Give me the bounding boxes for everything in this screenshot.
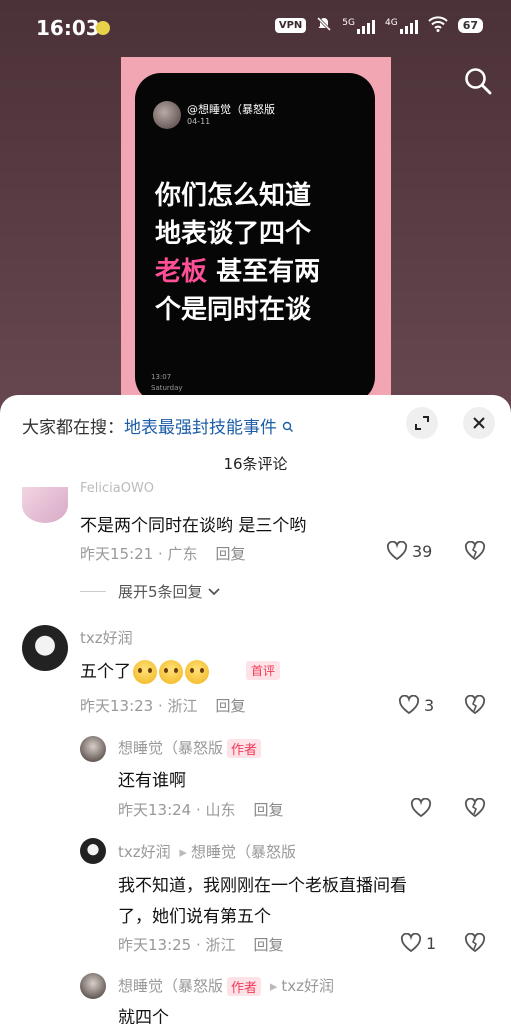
reply-meta: 昨天13:24 · 山东 回复 <box>118 799 284 820</box>
heart-icon <box>400 933 422 953</box>
reply-time-location: 昨天13:24 · 山东 <box>118 801 236 819</box>
dislike-button[interactable] <box>464 694 486 719</box>
reply-text[interactable]: 我不知道，我刚刚在一个老板直播间看 了，她们说有第五个 <box>118 871 407 933</box>
caption-line-4: 个是同时在谈 <box>155 295 312 325</box>
like-count: 3 <box>424 695 435 715</box>
like-button[interactable] <box>410 798 432 818</box>
status-time: 16:03 <box>36 16 100 40</box>
reply-button[interactable]: 回复 <box>216 545 246 563</box>
video-caption: 你们怎么知道 地表谈了四个 老板 甚至有两 个是同时在谈 <box>155 177 370 329</box>
comment-meta: 昨天15:21 · 广东 回复 <box>80 543 246 564</box>
comment-author[interactable]: FeliciaOWO <box>80 481 154 496</box>
reply-button[interactable]: 回复 <box>216 697 246 715</box>
heart-icon <box>386 541 408 561</box>
reply-meta: 昨天13:25 · 浙江 回复 <box>118 934 284 955</box>
mute-icon <box>316 16 332 35</box>
reply-text[interactable]: 还有谁啊 <box>118 766 186 791</box>
broken-heart-icon <box>464 797 486 818</box>
reply-text[interactable]: 就四个 <box>118 1003 169 1024</box>
broken-heart-icon <box>464 694 486 715</box>
broken-heart-icon <box>464 932 486 953</box>
battery-icon: 67 <box>457 18 483 33</box>
reply-to-user[interactable]: txz好润 <box>281 977 334 995</box>
video-timestamp-time: 13:07 <box>151 373 172 381</box>
reply-avatar[interactable] <box>80 838 106 864</box>
like-button[interactable]: 3 <box>398 695 434 715</box>
expand-replies-label: 展开5条回复 <box>118 583 203 601</box>
broken-heart-icon <box>464 540 486 561</box>
pleading-emoji-icon <box>159 660 183 684</box>
reply-author[interactable]: txz好润 ▸ 想睡觉（暴怒版 <box>118 841 296 862</box>
status-bar: 16:03 VPN 5G 4G 67 <box>0 0 511 56</box>
author-badge: 作者 <box>227 977 262 996</box>
caption-highlight: 老板 <box>155 257 208 287</box>
video-date: 04-11 <box>187 117 211 126</box>
expand-sheet-button[interactable] <box>406 407 438 439</box>
reply-author[interactable]: 想睡觉（暴怒版 作者 ▸ txz好润 <box>118 975 334 996</box>
comments-sheet: 大家都在搜：地表最强封技能事件 16条评论 FeliciaOWO 不是两个同时在… <box>0 395 511 1024</box>
pleading-emoji-icon <box>133 660 157 684</box>
heart-icon <box>398 695 420 715</box>
reply-avatar[interactable] <box>80 736 106 762</box>
vpn-icon: VPN <box>274 18 307 33</box>
author-badge: 作者 <box>227 739 262 758</box>
reply-button[interactable]: 回复 <box>254 801 284 819</box>
app-notification-icon <box>96 21 110 35</box>
trending-search-link[interactable]: 地表最强封技能事件 <box>124 418 294 438</box>
comment-time-location: 昨天13:23 · 浙江 <box>80 697 198 715</box>
expand-replies-button[interactable]: 展开5条回复 <box>80 581 221 602</box>
reply-to-user[interactable]: 想睡觉（暴怒版 <box>191 843 296 861</box>
wifi-icon <box>427 16 448 35</box>
dislike-button[interactable] <box>464 932 486 957</box>
reply-arrow-icon: ▸ <box>269 977 278 995</box>
video-author-handle: @想睡觉（暴怒版 <box>187 103 275 116</box>
reply-author[interactable]: 想睡觉（暴怒版 作者 <box>118 737 262 758</box>
like-button[interactable]: 1 <box>400 933 436 953</box>
close-icon <box>473 417 485 429</box>
first-comment-badge: 首评 <box>246 661 281 680</box>
signal-5g-icon: 5G <box>342 18 375 34</box>
reply-button[interactable]: 回复 <box>254 936 284 954</box>
trending-search-bar: 大家都在搜：地表最强封技能事件 <box>22 413 294 438</box>
reply-avatar[interactable] <box>80 973 106 999</box>
status-icons: VPN 5G 4G 67 <box>274 16 483 35</box>
comment-avatar[interactable] <box>22 487 68 523</box>
comment-avatar[interactable] <box>22 625 68 671</box>
reply-arrow-icon: ▸ <box>179 843 187 861</box>
dislike-button[interactable] <box>464 797 486 822</box>
caption-line-2: 地表谈了四个 <box>155 219 312 249</box>
video-card: @想睡觉（暴怒版 04-11 你们怎么知道 地表谈了四个 老板 甚至有两 个是同… <box>135 73 375 403</box>
video-author-avatar <box>153 101 181 129</box>
comment-time-location: 昨天15:21 · 广东 <box>80 545 198 563</box>
chevron-down-icon <box>207 587 220 595</box>
comment-meta: 昨天13:23 · 浙江 回复 <box>80 695 246 716</box>
comment-text[interactable]: 不是两个同时在谈哟 是三个哟 <box>80 511 306 536</box>
search-icon[interactable] <box>463 66 493 96</box>
signal-4g-icon: 4G <box>385 18 418 34</box>
caption-line-3: 老板 甚至有两 <box>155 253 370 291</box>
caption-line-3-rest: 甚至有两 <box>207 257 321 287</box>
small-search-icon <box>283 421 294 432</box>
pleading-emoji-icon <box>185 660 209 684</box>
video-frame[interactable]: @想睡觉（暴怒版 04-11 你们怎么知道 地表谈了四个 老板 甚至有两 个是同… <box>121 57 391 403</box>
trending-prefix: 大家都在搜： <box>22 418 124 438</box>
caption-line-1: 你们怎么知道 <box>155 181 312 211</box>
reply-time-location: 昨天13:25 · 浙江 <box>118 936 236 954</box>
expand-icon <box>415 416 429 430</box>
dislike-button[interactable] <box>464 540 486 565</box>
video-timestamp-day: Saturday <box>151 384 183 392</box>
comment-count: 16条评论 <box>223 455 288 473</box>
close-sheet-button[interactable] <box>463 407 495 439</box>
comment-text[interactable]: 五个了 <box>80 657 209 684</box>
like-count: 39 <box>412 541 433 561</box>
divider-line <box>80 591 106 592</box>
like-button[interactable]: 39 <box>386 541 432 561</box>
heart-icon <box>410 798 432 818</box>
comment-author[interactable]: txz好润 <box>80 627 133 648</box>
like-count: 1 <box>426 933 437 953</box>
